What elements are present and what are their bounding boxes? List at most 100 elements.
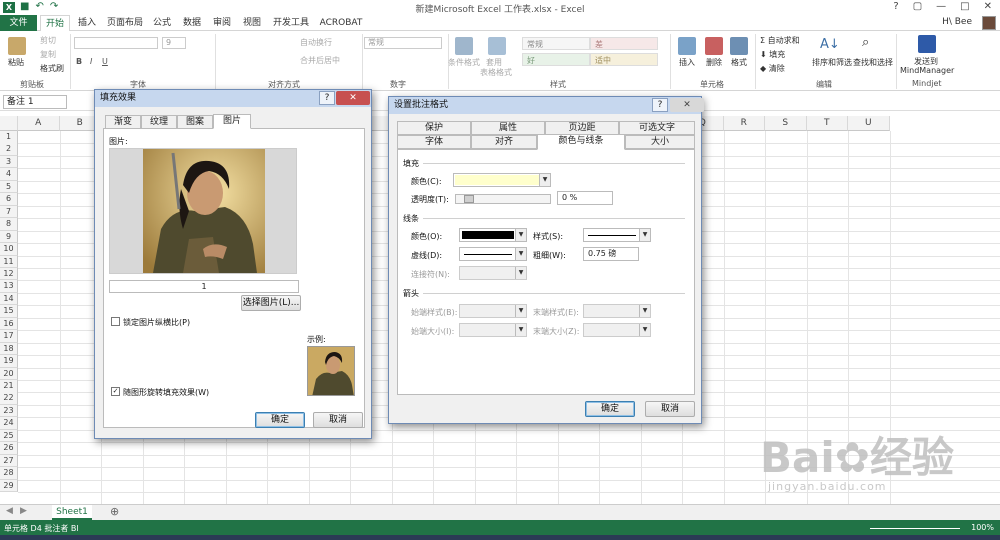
transparency-spinner[interactable]: 0 % xyxy=(557,191,613,205)
row-header[interactable]: 12 xyxy=(0,267,18,281)
font-name-box[interactable] xyxy=(74,37,158,49)
wrap-text-button[interactable]: 自动换行 xyxy=(300,37,332,48)
close-button[interactable]: ✕ xyxy=(984,1,992,12)
tab-formulas[interactable]: 公式 xyxy=(150,15,174,31)
fill-ok-button[interactable]: 确定 xyxy=(255,412,305,428)
connector-combo[interactable]: ▼ xyxy=(459,266,527,280)
format-cells-button[interactable]: 格式 xyxy=(731,57,747,68)
row-header[interactable]: 24 xyxy=(0,417,18,430)
mindmanager-icon[interactable] xyxy=(918,35,936,53)
tab-insert[interactable]: 插入 xyxy=(74,15,100,31)
row-header[interactable]: 14 xyxy=(0,292,18,306)
end-size-combo[interactable]: ▼ xyxy=(583,323,651,337)
row-header[interactable]: 6 xyxy=(0,193,18,206)
row-header[interactable]: 13 xyxy=(0,280,18,293)
scroll-right-icon[interactable]: ▶ xyxy=(20,506,27,516)
name-box[interactable]: 备注 1 xyxy=(3,95,67,109)
fill-button[interactable]: ⬇ 填充 xyxy=(760,49,785,60)
tab-page-layout[interactable]: 页面布局 xyxy=(104,15,146,31)
insert-cells-icon[interactable] xyxy=(678,37,696,55)
line-style-combo[interactable]: ▼ xyxy=(583,228,651,242)
begin-style-combo[interactable]: ▼ xyxy=(459,304,527,318)
tab-picture[interactable]: 图片 xyxy=(213,114,251,129)
row-header[interactable]: 26 xyxy=(0,442,18,455)
italic-icon[interactable]: I xyxy=(90,57,92,66)
conditional-format-button[interactable]: 条件格式 xyxy=(448,57,480,68)
style-normal[interactable]: 常规 xyxy=(522,37,590,50)
lock-ratio-checkbox[interactable] xyxy=(111,317,120,326)
paste-button[interactable]: 粘贴 xyxy=(8,57,24,68)
avatar[interactable] xyxy=(982,16,996,30)
bold-icon[interactable]: B xyxy=(76,57,82,66)
tab-file[interactable]: 文件 xyxy=(0,15,37,31)
row-header[interactable]: 8 xyxy=(0,218,18,231)
conditional-format-icon[interactable] xyxy=(455,37,473,55)
row-header[interactable]: 3 xyxy=(0,155,18,169)
column-header[interactable]: T xyxy=(806,116,848,131)
fill-dialog-help-button[interactable]: ? xyxy=(319,91,335,105)
fill-cancel-button[interactable]: 取消 xyxy=(313,412,363,428)
tab-properties[interactable]: 属性 xyxy=(471,121,545,135)
delete-cells-icon[interactable] xyxy=(705,37,723,55)
row-header[interactable]: 17 xyxy=(0,330,18,343)
sort-filter-button[interactable]: 排序和筛选 xyxy=(812,57,852,68)
row-header[interactable]: 5 xyxy=(0,180,18,194)
fill-dialog-close-button[interactable]: ✕ xyxy=(336,91,370,105)
row-header[interactable]: 10 xyxy=(0,243,18,256)
format-cells-icon[interactable] xyxy=(730,37,748,55)
zoom-slider[interactable] xyxy=(870,528,960,529)
slider-thumb[interactable] xyxy=(464,195,474,203)
row-header[interactable]: 11 xyxy=(0,255,18,268)
tab-size[interactable]: 大小 xyxy=(625,135,695,149)
sheet-tab-sheet1[interactable]: Sheet1 xyxy=(52,505,92,520)
column-header[interactable]: R xyxy=(723,116,765,131)
row-header[interactable]: 19 xyxy=(0,355,18,368)
dash-combo[interactable]: ▼ xyxy=(459,247,527,261)
select-all-corner[interactable] xyxy=(0,116,18,131)
tab-view[interactable]: 视图 xyxy=(240,15,264,31)
row-header[interactable]: 4 xyxy=(0,168,18,181)
column-header[interactable]: S xyxy=(765,116,807,131)
row-header[interactable]: 16 xyxy=(0,317,18,331)
find-select-icon[interactable]: ⌕ xyxy=(862,35,869,50)
user-name[interactable]: H\ Bee xyxy=(942,17,972,27)
tab-alignment[interactable]: 对齐 xyxy=(471,135,537,149)
tab-acrobat[interactable]: ACROBAT xyxy=(318,15,364,31)
format-painter-button[interactable]: 格式刷 xyxy=(40,63,64,74)
tab-protection[interactable]: 保护 xyxy=(397,121,471,135)
comment-dialog-help-button[interactable]: ? xyxy=(652,98,668,112)
cut-button[interactable]: 剪切 xyxy=(40,35,56,46)
end-style-combo[interactable]: ▼ xyxy=(583,304,651,318)
row-header[interactable]: 7 xyxy=(0,205,18,219)
column-header[interactable]: A xyxy=(18,116,60,131)
add-sheet-icon[interactable]: ⊕ xyxy=(110,505,119,518)
style-neutral[interactable]: 适中 xyxy=(590,53,658,66)
tab-home[interactable]: 开始 xyxy=(40,15,70,32)
comment-cancel-button[interactable]: 取消 xyxy=(645,401,695,417)
row-header[interactable]: 15 xyxy=(0,305,18,318)
row-header[interactable]: 27 xyxy=(0,454,18,468)
zoom-level[interactable]: 100% xyxy=(971,523,994,532)
comment-dialog-close-button[interactable]: ✕ xyxy=(670,98,704,112)
tab-colors-lines[interactable]: 颜色与线条 xyxy=(537,134,625,150)
sort-filter-icon[interactable]: A↓ xyxy=(820,37,840,52)
row-header[interactable]: 23 xyxy=(0,404,18,418)
row-header[interactable]: 25 xyxy=(0,429,18,443)
tab-font[interactable]: 字体 xyxy=(397,135,471,149)
tab-pattern[interactable]: 图案 xyxy=(177,115,213,129)
insert-cells-button[interactable]: 插入 xyxy=(679,57,695,68)
copy-button[interactable]: 复制 xyxy=(40,49,56,60)
fill-color-picker[interactable]: ▼ xyxy=(453,173,551,187)
font-size-box[interactable]: 9 xyxy=(162,37,186,49)
paste-icon[interactable] xyxy=(8,37,26,55)
tab-alt-text[interactable]: 可选文字 xyxy=(619,121,695,135)
rotate-with-shape-checkbox[interactable]: ✓ xyxy=(111,387,120,396)
select-picture-button[interactable]: 选择图片(L)... xyxy=(241,295,301,311)
row-header[interactable]: 1 xyxy=(0,131,18,144)
delete-cells-button[interactable]: 删除 xyxy=(706,57,722,68)
column-header[interactable]: U xyxy=(848,116,890,131)
row-header[interactable]: 22 xyxy=(0,392,18,405)
row-header[interactable]: 2 xyxy=(0,143,18,156)
tab-developer[interactable]: 开发工具 xyxy=(270,15,312,31)
row-header[interactable]: 18 xyxy=(0,342,18,356)
